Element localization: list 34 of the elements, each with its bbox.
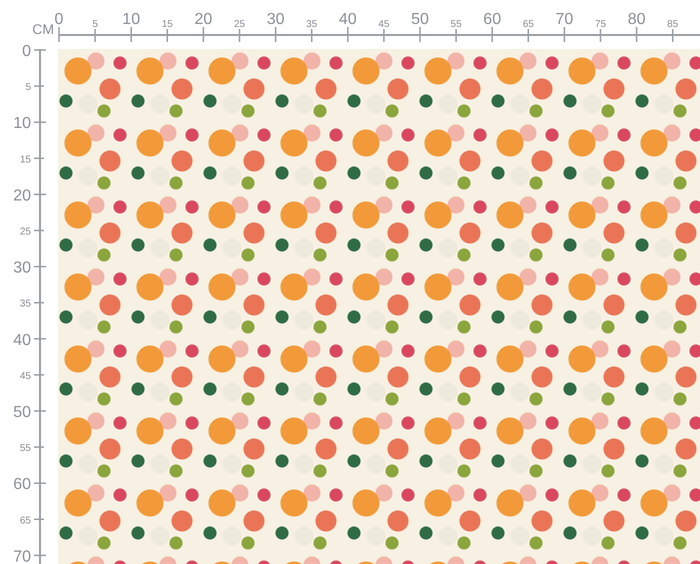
ruler-label: 65: [20, 515, 31, 526]
ruler-label: 25: [20, 226, 31, 238]
ruler-label: 15: [162, 19, 173, 30]
ruler-label: 70: [13, 548, 31, 564]
ruler-label: 0: [54, 11, 64, 28]
ruler-label: 50: [411, 11, 429, 28]
ruler-label: 5: [92, 19, 98, 30]
ruler-label: 40: [13, 332, 31, 349]
ruler-label: 45: [378, 19, 390, 30]
ruler-label: 55: [450, 19, 462, 30]
ruler-label: 65: [522, 19, 534, 30]
ruler-label: 20: [13, 187, 31, 204]
ruler-label: 5: [25, 82, 31, 94]
ruler-label: 30: [13, 260, 31, 277]
ruler-label: 35: [306, 19, 318, 30]
ruler-label: 15: [20, 154, 31, 166]
unit-label: CM: [32, 21, 54, 37]
ruler-label: 20: [194, 11, 212, 28]
ruler-label: 85: [667, 19, 678, 30]
ruler-label: 45: [20, 370, 31, 382]
ruler-label: 30: [266, 11, 284, 28]
ruler-label: 25: [234, 19, 246, 30]
ruler-label: 10: [122, 11, 140, 28]
ruler-label: 50: [13, 404, 31, 421]
ruler-label: 35: [20, 298, 31, 310]
ruler-label: 55: [20, 443, 31, 454]
ruler-label: 10: [13, 115, 31, 132]
ruler-label: 60: [483, 11, 502, 28]
ruler-label: 60: [13, 476, 31, 494]
ruler-label: 80: [628, 11, 646, 28]
ruler-label: 70: [556, 11, 574, 28]
ruler-label: 0: [22, 43, 31, 60]
ruler-label: 75: [594, 19, 606, 30]
ruler-label: 40: [338, 11, 357, 28]
